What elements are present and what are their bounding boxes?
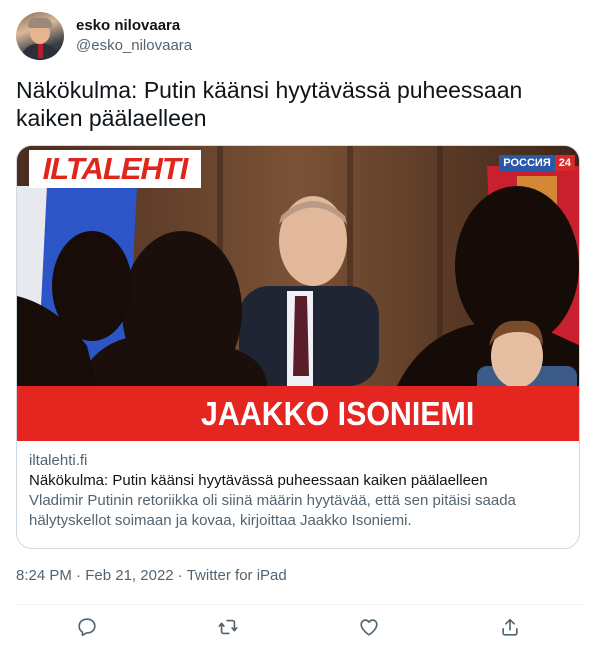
author-display-name[interactable]: esko nilovaara xyxy=(76,16,192,36)
card-title: Näkökulma: Putin käänsi hyytävässä puhee… xyxy=(29,472,488,489)
share-icon xyxy=(502,618,518,636)
divider xyxy=(16,604,582,605)
author-banner: JAAKKO ISONIEMI xyxy=(17,386,579,441)
tweet-date[interactable]: Feb 21, 2022 xyxy=(85,567,173,584)
card-domain: iltalehti.fi xyxy=(29,452,88,469)
channel-number: 24 xyxy=(554,155,575,171)
heart-icon xyxy=(360,619,378,636)
channel-text: РОССИЯ xyxy=(499,155,555,171)
retweet-icon xyxy=(218,619,238,635)
like-button[interactable] xyxy=(358,616,382,640)
author-names: esko nilovaara @esko_nilovaara xyxy=(76,16,192,56)
tweet-text: Näkökulma: Putin käänsi hyytävässä puhee… xyxy=(16,77,523,131)
card-text: iltalehti.fi Näkökulma: Putin käänsi hyy… xyxy=(17,441,579,531)
link-card[interactable]: ILTALEHTI РОССИЯ 24 JAAKKO ISONIEMI ilta… xyxy=(16,145,580,549)
iltalehti-logo: ILTALEHTI xyxy=(29,150,201,188)
card-image: ILTALEHTI РОССИЯ 24 JAAKKO ISONIEMI xyxy=(17,146,579,441)
tweet-source[interactable]: Twitter for iPad xyxy=(187,567,287,584)
avatar[interactable] xyxy=(16,12,64,60)
retweet-button[interactable] xyxy=(217,616,241,640)
action-bar xyxy=(0,612,598,642)
reply-icon xyxy=(78,618,96,637)
share-button[interactable] xyxy=(499,616,523,640)
tweet-time[interactable]: 8:24 PM xyxy=(16,567,72,584)
channel-logo: РОССИЯ 24 xyxy=(499,154,575,172)
tweet-header: esko nilovaara @esko_nilovaara xyxy=(16,12,192,60)
meta-separator: · xyxy=(76,567,86,584)
logo-text: ILTALEHTI xyxy=(42,151,189,186)
tweet-meta: 8:24 PM · Feb 21, 2022 · Twitter for iPa… xyxy=(16,567,287,584)
reply-button[interactable] xyxy=(76,616,100,640)
meta-separator: · xyxy=(177,567,187,584)
author-handle[interactable]: @esko_nilovaara xyxy=(76,36,192,56)
card-description: Vladimir Putinin retoriikka oli siinä mä… xyxy=(29,492,516,529)
banner-text: JAAKKO ISONIEMI xyxy=(201,394,475,432)
